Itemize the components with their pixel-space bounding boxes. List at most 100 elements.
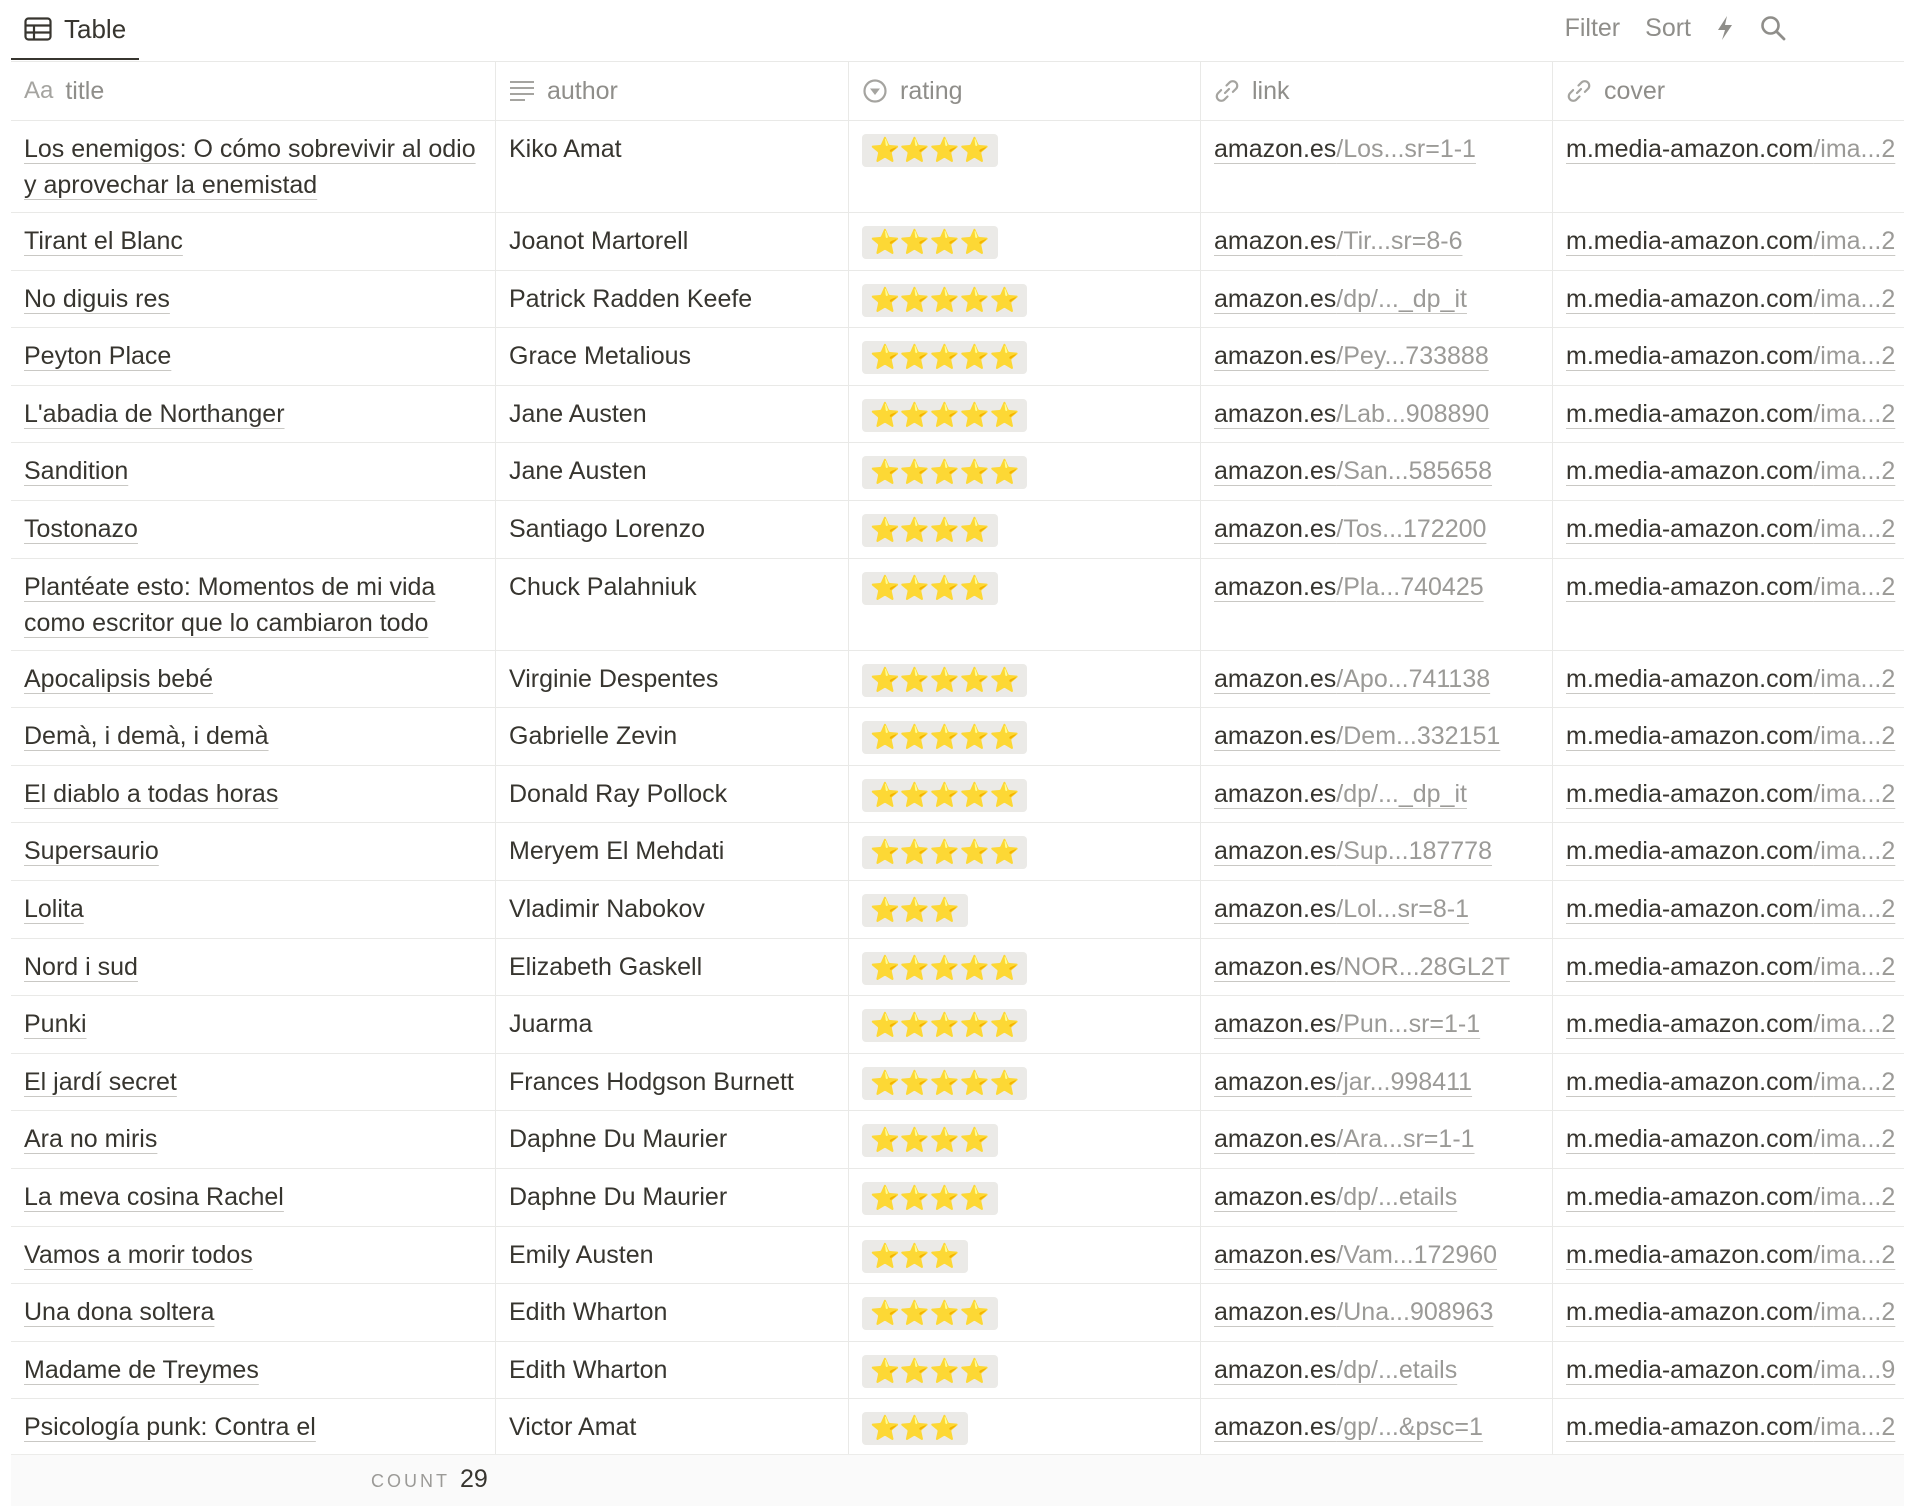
search-icon[interactable] (1760, 15, 1786, 41)
link-url[interactable]: amazon.es/Tir...sr=8-6 (1214, 227, 1462, 255)
book-title-link[interactable]: Una dona soltera (24, 1298, 214, 1326)
table-row[interactable]: El diablo a todas horas Donald Ray Polloc… (11, 765, 1904, 824)
cell-cover[interactable]: m.media-amazon.com/ima...2 (1553, 271, 1904, 328)
cell-rating[interactable]: ⭐⭐⭐⭐ (849, 121, 1201, 212)
cell-title[interactable]: Demà, i demà, i demà (11, 708, 496, 765)
cell-link[interactable]: amazon.es/Lol...sr=8-1 (1201, 880, 1553, 938)
rating-star-tag[interactable]: ⭐⭐⭐⭐ (862, 571, 998, 605)
cover-url[interactable]: m.media-amazon.com/ima...2 (1566, 1298, 1895, 1326)
cell-link[interactable]: amazon.es/Una...908963 (1201, 1284, 1553, 1341)
cell-cover[interactable]: m.media-amazon.com/ima...2 (1553, 1399, 1904, 1454)
book-title-link[interactable]: Ara no miris (24, 1125, 157, 1153)
cell-link[interactable]: amazon.es/Pun...sr=1-1 (1201, 996, 1553, 1053)
cell-author[interactable]: Juarma (496, 996, 849, 1053)
link-url[interactable]: amazon.es/Lol...sr=8-1 (1214, 895, 1469, 923)
column-header-rating[interactable]: rating (849, 62, 1201, 120)
cell-author[interactable]: Gabrielle Zevin (496, 708, 849, 765)
link-url[interactable]: amazon.es/Los...sr=1-1 (1214, 135, 1476, 163)
cell-cover[interactable]: m.media-amazon.com/ima...2 (1553, 651, 1904, 708)
column-header-title[interactable]: Aa title (11, 62, 496, 120)
table-row[interactable]: Nord i sud Elizabeth Gaskell ⭐⭐⭐⭐⭐ amazon.e… (11, 938, 1904, 997)
table-row[interactable]: Madame de Treymes Edith Wharton ⭐⭐⭐⭐ amazon… (11, 1341, 1904, 1400)
cell-rating[interactable]: ⭐⭐⭐⭐⭐ (849, 650, 1201, 708)
cover-url[interactable]: m.media-amazon.com/ima...2 (1566, 1010, 1895, 1038)
cell-cover[interactable]: m.media-amazon.com/ima...2 (1553, 1284, 1904, 1341)
cell-link[interactable]: amazon.es/jar...998411 (1201, 1053, 1553, 1111)
link-url[interactable]: amazon.es/Dem...332151 (1214, 722, 1500, 750)
cell-title[interactable]: Los enemigos: O cómo sobrevivir al odio … (11, 121, 496, 212)
book-title-link[interactable]: No diguis res (24, 285, 170, 313)
cell-link[interactable]: amazon.es/Tir...sr=8-6 (1201, 213, 1553, 270)
book-title-link[interactable]: Plantéate esto: Momentos de mi vida como… (24, 573, 435, 637)
table-row[interactable]: La meva cosina Rachel Daphne Du Maurier ⭐⭐… (11, 1168, 1904, 1227)
cell-link[interactable]: amazon.es/gp/...&psc=1 (1201, 1399, 1553, 1454)
cell-rating[interactable]: ⭐⭐⭐⭐⭐ (849, 996, 1201, 1053)
cell-author[interactable]: Meryem El Mehdati (496, 823, 849, 880)
cover-url[interactable]: m.media-amazon.com/ima...2 (1566, 1125, 1895, 1153)
table-row[interactable]: Punki Juarma ⭐⭐⭐⭐⭐ amazon.es/Pun...sr=1-1 m.… (11, 996, 1904, 1054)
link-url[interactable]: amazon.es/Pun...sr=1-1 (1214, 1010, 1480, 1038)
cover-url[interactable]: m.media-amazon.com/ima...2 (1566, 780, 1895, 808)
cell-rating[interactable]: ⭐⭐⭐⭐ (849, 500, 1201, 558)
cover-url[interactable]: m.media-amazon.com/ima...2 (1566, 400, 1895, 428)
table-row[interactable]: Vamos a morir todos Emily Austen ⭐⭐⭐ amazon… (11, 1226, 1904, 1285)
cover-url[interactable]: m.media-amazon.com/ima...2 (1566, 895, 1895, 923)
link-url[interactable]: amazon.es/Ara...sr=1-1 (1214, 1125, 1475, 1153)
tab-table-view[interactable]: Table (11, 0, 139, 60)
cell-rating[interactable]: ⭐⭐⭐ (849, 880, 1201, 938)
cell-title[interactable]: No diguis res (11, 270, 496, 328)
cell-cover[interactable]: m.media-amazon.com/ima...2 (1553, 443, 1904, 500)
column-header-link[interactable]: link (1201, 62, 1553, 120)
cell-link[interactable]: amazon.es/Pey...733888 (1201, 328, 1553, 385)
book-title-link[interactable]: Apocalipsis bebé (24, 665, 213, 693)
table-row[interactable]: Psicología punk: Contra el Victor Amat ⭐⭐⭐… (11, 1399, 1904, 1454)
cover-url[interactable]: m.media-amazon.com/ima...2 (1566, 665, 1895, 693)
cover-url[interactable]: m.media-amazon.com/ima...2 (1566, 135, 1895, 163)
table-row[interactable]: Los enemigos: O cómo sobrevivir al odio … (11, 121, 1904, 213)
cell-author[interactable]: Jane Austen (496, 385, 849, 443)
link-url[interactable]: amazon.es/dp/...etails (1214, 1356, 1457, 1384)
book-title-link[interactable]: Los enemigos: O cómo sobrevivir al odio … (24, 135, 476, 199)
table-row[interactable]: Una dona soltera Edith Wharton ⭐⭐⭐⭐ amazon.… (11, 1284, 1904, 1342)
sort-button[interactable]: Sort (1645, 14, 1691, 43)
cell-rating[interactable]: ⭐⭐⭐⭐⭐ (849, 443, 1201, 500)
book-title-link[interactable]: Nord i sud (24, 953, 138, 981)
cell-link[interactable]: amazon.es/Tos...172200 (1201, 500, 1553, 558)
table-row[interactable]: El jardí secret Frances Hodgson Burnett ⭐⭐… (11, 1053, 1904, 1112)
book-title-link[interactable]: Tostonazo (24, 515, 138, 543)
book-title-link[interactable]: La meva cosina Rachel (24, 1183, 284, 1211)
cell-cover[interactable]: m.media-amazon.com/ima...2 (1553, 559, 1904, 650)
link-url[interactable]: amazon.es/Apo...741138 (1214, 665, 1490, 693)
cell-rating[interactable]: ⭐⭐⭐⭐ (849, 1168, 1201, 1226)
rating-star-tag[interactable]: ⭐⭐⭐⭐ (862, 1297, 998, 1331)
cell-author[interactable]: Kiko Amat (496, 121, 849, 212)
cell-link[interactable]: amazon.es/Pla...740425 (1201, 558, 1553, 650)
cell-title[interactable]: Vamos a morir todos (11, 1226, 496, 1284)
cell-cover[interactable]: m.media-amazon.com/ima...2 (1553, 939, 1904, 996)
cell-link[interactable]: amazon.es/Los...sr=1-1 (1201, 121, 1553, 212)
link-url[interactable]: amazon.es/Una...908963 (1214, 1298, 1493, 1326)
book-title-link[interactable]: Vamos a morir todos (24, 1241, 253, 1269)
cell-rating[interactable]: ⭐⭐⭐⭐⭐ (849, 823, 1201, 880)
cell-author[interactable]: Patrick Radden Keefe (496, 270, 849, 328)
link-url[interactable]: amazon.es/dp/...etails (1214, 1183, 1457, 1211)
book-title-link[interactable]: Sandition (24, 457, 128, 485)
cell-cover[interactable]: m.media-amazon.com/ima...2 (1553, 1111, 1904, 1168)
count-calculation[interactable]: COUNT 29 (371, 1465, 488, 1494)
cell-title[interactable]: Lolita (11, 880, 496, 938)
cell-rating[interactable]: ⭐⭐⭐⭐⭐ (849, 765, 1201, 823)
cover-url[interactable]: m.media-amazon.com/ima...2 (1566, 1241, 1895, 1269)
link-url[interactable]: amazon.es/dp/..._dp_it (1214, 780, 1467, 808)
book-title-link[interactable]: L'abadia de Northanger (24, 400, 285, 428)
cell-author[interactable]: Joanot Martorell (496, 213, 849, 270)
cell-author[interactable]: Frances Hodgson Burnett (496, 1053, 849, 1111)
book-title-link[interactable]: Supersaurio (24, 837, 159, 865)
cell-link[interactable]: amazon.es/dp/..._dp_it (1201, 765, 1553, 823)
link-url[interactable]: amazon.es/dp/..._dp_it (1214, 285, 1467, 313)
cell-cover[interactable]: m.media-amazon.com/ima...2 (1553, 823, 1904, 880)
link-url[interactable]: amazon.es/Vam...172960 (1214, 1241, 1497, 1269)
cell-cover[interactable]: m.media-amazon.com/ima...2 (1553, 386, 1904, 443)
cell-rating[interactable]: ⭐⭐⭐⭐ (849, 213, 1201, 270)
cover-url[interactable]: m.media-amazon.com/ima...2 (1566, 342, 1895, 370)
cell-link[interactable]: amazon.es/Dem...332151 (1201, 708, 1553, 765)
